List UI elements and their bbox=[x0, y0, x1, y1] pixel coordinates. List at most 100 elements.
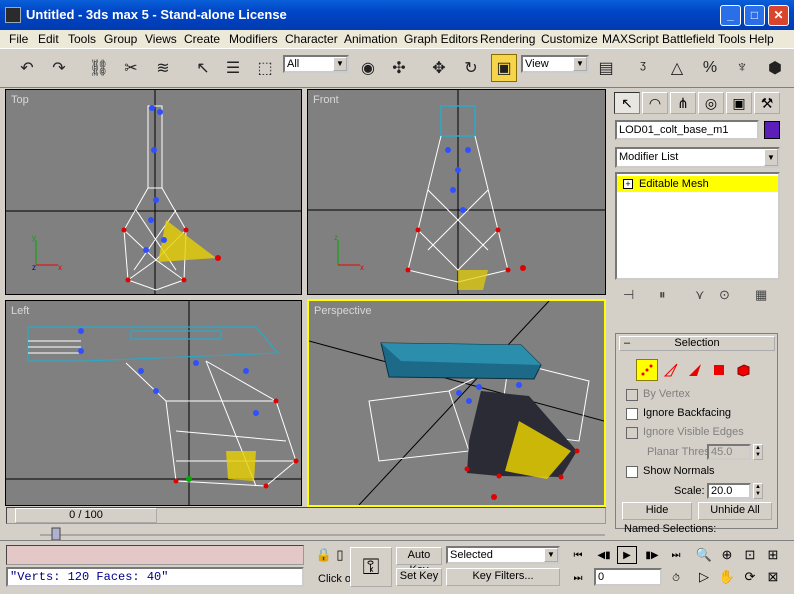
show-normals-checkbox[interactable] bbox=[626, 466, 638, 478]
current-frame-field[interactable]: 0 bbox=[594, 568, 662, 586]
zoom-all-icon[interactable]: ⊕ bbox=[718, 546, 736, 564]
menu-animation[interactable]: Animation bbox=[344, 32, 397, 46]
show-end-result-icon[interactable]: ⏸ bbox=[659, 287, 666, 303]
configure-modifier-sets-icon[interactable]: ▦ bbox=[755, 287, 767, 303]
angle-snap-icon[interactable]: △ bbox=[664, 54, 690, 82]
create-tab-icon[interactable]: ↖ bbox=[614, 92, 640, 114]
go-to-end-icon[interactable]: ⏭ bbox=[666, 546, 686, 564]
snaps-toggle-icon[interactable]: ᶾ bbox=[630, 54, 656, 82]
object-color-swatch[interactable] bbox=[764, 121, 780, 139]
percent-snap-icon[interactable]: % bbox=[697, 54, 723, 82]
arc-rotate-icon[interactable]: ⟳ bbox=[741, 568, 759, 586]
time-configuration-icon[interactable]: ⏱ bbox=[666, 569, 686, 587]
select-object-icon[interactable]: ↖ bbox=[190, 54, 216, 82]
pan-icon[interactable]: ✋ bbox=[718, 568, 736, 586]
menu-create[interactable]: Create bbox=[184, 32, 220, 46]
zoom-extents-all-icon[interactable]: ⊞ bbox=[764, 546, 782, 564]
normal-scale-spinner[interactable]: 20.0 bbox=[707, 483, 751, 499]
key-mode-icon[interactable]: ⚿ bbox=[350, 547, 392, 587]
lock-icon[interactable]: 🔒 bbox=[316, 547, 332, 563]
unlink-selection-icon[interactable]: ✂ bbox=[118, 54, 144, 82]
select-and-link-icon[interactable]: ⛓ bbox=[86, 54, 112, 82]
pin-stack-icon[interactable]: ⊣ bbox=[623, 287, 634, 303]
select-and-manipulate-icon[interactable]: ✣ bbox=[386, 54, 412, 82]
select-by-name-icon[interactable]: ☰ bbox=[220, 54, 246, 82]
modify-tab-icon[interactable]: ◠ bbox=[642, 92, 668, 114]
maximize-button[interactable]: □ bbox=[744, 5, 765, 26]
reference-coordinate-dropdown[interactable]: View ▼ bbox=[521, 55, 589, 73]
make-unique-icon[interactable]: ⋎ bbox=[695, 287, 705, 303]
hide-button[interactable]: Hide bbox=[622, 502, 692, 520]
viewport-front[interactable]: z x Front bbox=[307, 89, 606, 295]
time-slider-track[interactable]: 0 / 100 bbox=[6, 507, 606, 524]
utilities-tab-icon[interactable]: ⚒ bbox=[754, 92, 780, 114]
next-frame-icon[interactable]: ▮▶ bbox=[642, 546, 662, 564]
element-icon[interactable] bbox=[732, 359, 754, 381]
menu-edit[interactable]: Edit bbox=[38, 32, 59, 46]
object-name-field[interactable]: LOD01_colt_base_m1 bbox=[615, 120, 759, 140]
unhide-all-button[interactable]: Unhide All bbox=[698, 502, 772, 520]
rectangular-selection-region-icon[interactable]: ⬚ bbox=[252, 54, 278, 82]
hierarchy-tab-icon[interactable]: ⋔ bbox=[670, 92, 696, 114]
time-slider[interactable]: 0 / 100 bbox=[15, 508, 157, 523]
spinner-snap-icon[interactable]: ♆ bbox=[729, 54, 755, 82]
mirror-icon[interactable]: ⬢ bbox=[762, 54, 788, 82]
close-button[interactable]: ✕ bbox=[768, 5, 789, 26]
select-and-scale-icon[interactable]: ▣ bbox=[491, 54, 517, 82]
face-icon[interactable] bbox=[684, 359, 706, 381]
spinner-arrows-icon[interactable]: ▲ ▼ bbox=[753, 444, 763, 460]
field-of-view-icon[interactable]: ▷ bbox=[695, 568, 713, 586]
viewport-left[interactable]: Left bbox=[5, 300, 302, 506]
menu-modifiers[interactable]: Modifiers bbox=[229, 32, 278, 46]
minimize-button[interactable]: _ bbox=[720, 5, 741, 26]
use-pivot-point-center-icon[interactable]: ▤ bbox=[593, 54, 619, 82]
maxscript-output[interactable]: "Verts: 120 Faces: 40" bbox=[6, 567, 304, 587]
zoom-extents-icon[interactable]: ⊡ bbox=[741, 546, 759, 564]
remove-modifier-icon[interactable]: ⊙ bbox=[719, 287, 730, 303]
bind-to-space-warp-icon[interactable]: ≋ bbox=[150, 54, 176, 82]
go-to-start-icon[interactable]: ⏮ bbox=[568, 546, 588, 564]
menu-help[interactable]: Help bbox=[749, 32, 774, 46]
selection-rollout-header[interactable]: – Selection bbox=[619, 336, 775, 351]
display-tab-icon[interactable]: ▣ bbox=[726, 92, 752, 114]
key-filters-button[interactable]: Key Filters... bbox=[446, 568, 560, 586]
viewport-perspective[interactable]: Perspective bbox=[307, 299, 606, 507]
menu-file[interactable]: File bbox=[9, 32, 28, 46]
menu-maxscript[interactable]: MAXScript bbox=[602, 32, 659, 46]
menu-views[interactable]: Views bbox=[145, 32, 177, 46]
zoom-icon[interactable]: 🔍 bbox=[695, 546, 713, 564]
auto-key-button[interactable]: Auto Key bbox=[396, 547, 442, 576]
ignore-visible-edges-checkbox[interactable] bbox=[626, 427, 638, 439]
polygon-icon[interactable] bbox=[708, 359, 730, 381]
by-vertex-checkbox[interactable] bbox=[626, 389, 638, 401]
select-and-rotate-icon[interactable]: ↻ bbox=[458, 54, 484, 82]
menu-customize[interactable]: Customize bbox=[541, 32, 598, 46]
viewport-top[interactable]: y z x Top bbox=[5, 89, 302, 295]
maxscript-listener-mini[interactable] bbox=[6, 545, 304, 565]
menu-graph-editors[interactable]: Graph Editors bbox=[404, 32, 478, 46]
set-key-button[interactable]: Set Key bbox=[396, 568, 442, 586]
stack-item-editable-mesh[interactable]: + Editable Mesh bbox=[617, 176, 778, 192]
window-crossing-icon[interactable]: ◉ bbox=[355, 54, 381, 82]
redo-icon[interactable]: ↷ bbox=[46, 54, 72, 82]
menu-tools[interactable]: Tools bbox=[68, 32, 96, 46]
play-icon[interactable]: ▶ bbox=[617, 546, 637, 564]
spinner-arrows-icon[interactable]: ▲ ▼ bbox=[753, 483, 763, 499]
vertex-icon[interactable] bbox=[636, 359, 658, 381]
menu-group[interactable]: Group bbox=[104, 32, 137, 46]
edge-icon[interactable] bbox=[660, 359, 682, 381]
planar-thresh-spinner[interactable]: 45.0 bbox=[707, 444, 751, 460]
ignore-backfacing-checkbox[interactable] bbox=[626, 408, 638, 420]
menu-character[interactable]: Character bbox=[285, 32, 338, 46]
menu-rendering[interactable]: Rendering bbox=[480, 32, 535, 46]
previous-frame-icon[interactable]: ◀▮ bbox=[594, 546, 614, 564]
select-and-move-icon[interactable]: ✥ bbox=[426, 54, 452, 82]
maximize-viewport-icon[interactable]: ⊠ bbox=[764, 568, 782, 586]
key-mode-toggle-icon[interactable]: ⏭ bbox=[568, 569, 588, 587]
motion-tab-icon[interactable]: ◎ bbox=[698, 92, 724, 114]
selection-filter-dropdown[interactable]: All ▼ bbox=[283, 55, 349, 73]
undo-icon[interactable]: ↶ bbox=[14, 54, 40, 82]
expand-icon[interactable]: + bbox=[623, 179, 633, 189]
menu-battlefield-tools[interactable]: Battlefield Tools bbox=[662, 32, 746, 46]
absolute-mode-icon[interactable]: ▯ bbox=[336, 547, 344, 563]
